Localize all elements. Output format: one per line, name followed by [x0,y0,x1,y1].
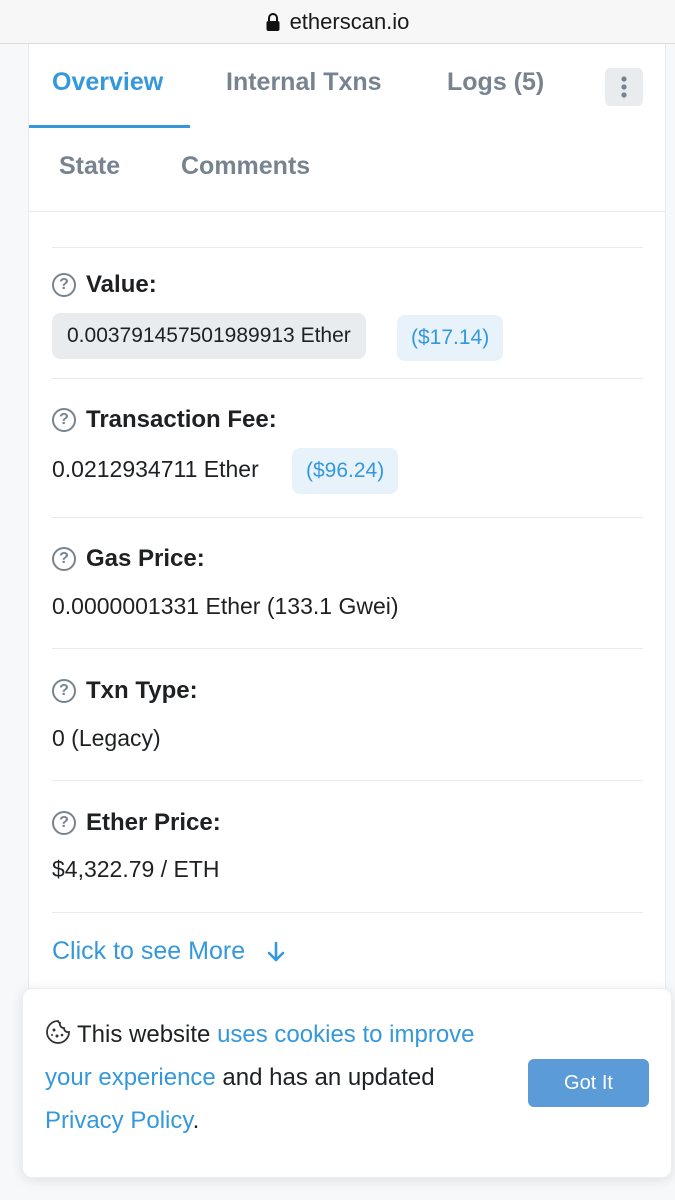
tab-logs[interactable]: Logs (5) [447,68,544,97]
address-bar[interactable]: etherscan.io [0,0,675,44]
lock-icon [266,12,280,31]
divider [52,648,643,649]
transaction-card: Overview Internal Txns Logs (5) State Co… [28,44,666,1044]
see-more-link[interactable]: Click to see More [52,937,285,966]
value-amount: 0.003791457501989913 Ether [52,313,366,359]
tab-comments[interactable]: Comments [181,152,310,181]
tab-overview[interactable]: Overview [52,68,163,97]
arrow-down-icon [267,941,285,961]
txn-type-label: ? Txn Type: [52,677,198,705]
divider [52,912,643,913]
transaction-fee-label: ? Transaction Fee: [52,406,277,434]
help-icon[interactable]: ? [52,679,76,703]
transaction-fee-usd-badge: ($96.24) [292,448,399,494]
divider [52,780,643,781]
txn-type-value: 0 (Legacy) [52,725,161,751]
cookie-banner: This website uses cookies to improve you… [22,988,672,1178]
value-usd-badge: ($17.14) [397,315,504,361]
help-icon[interactable]: ? [52,811,76,835]
more-options-button[interactable] [605,68,643,106]
gas-price-value: 0.0000001331 Ether (133.1 Gwei) [52,593,399,619]
help-icon[interactable]: ? [52,408,76,432]
transaction-fee-amount: 0.0212934711 Ether [52,456,259,482]
divider [52,517,643,518]
got-it-button[interactable]: Got It [528,1059,649,1107]
url-text: etherscan.io [289,8,410,34]
divider [52,247,643,248]
tab-internal-txns[interactable]: Internal Txns [226,68,382,97]
tab-bar: Overview Internal Txns Logs (5) State Co… [29,44,665,212]
tab-state[interactable]: State [59,152,120,181]
value-label: ? Value: [52,271,157,299]
help-icon[interactable]: ? [52,273,76,297]
vertical-dots-icon [621,76,627,98]
gas-price-label: ? Gas Price: [52,545,205,573]
privacy-policy-link[interactable]: Privacy Policy [45,1107,193,1134]
ether-price-label: ? Ether Price: [52,809,221,837]
cookie-icon [46,1020,70,1044]
help-icon[interactable]: ? [52,547,76,571]
ether-price-value: $4,322.79 / ETH [52,856,220,882]
divider [52,378,643,379]
active-tab-indicator [29,125,190,128]
cookie-message: This website uses cookies to improve you… [45,1020,475,1134]
